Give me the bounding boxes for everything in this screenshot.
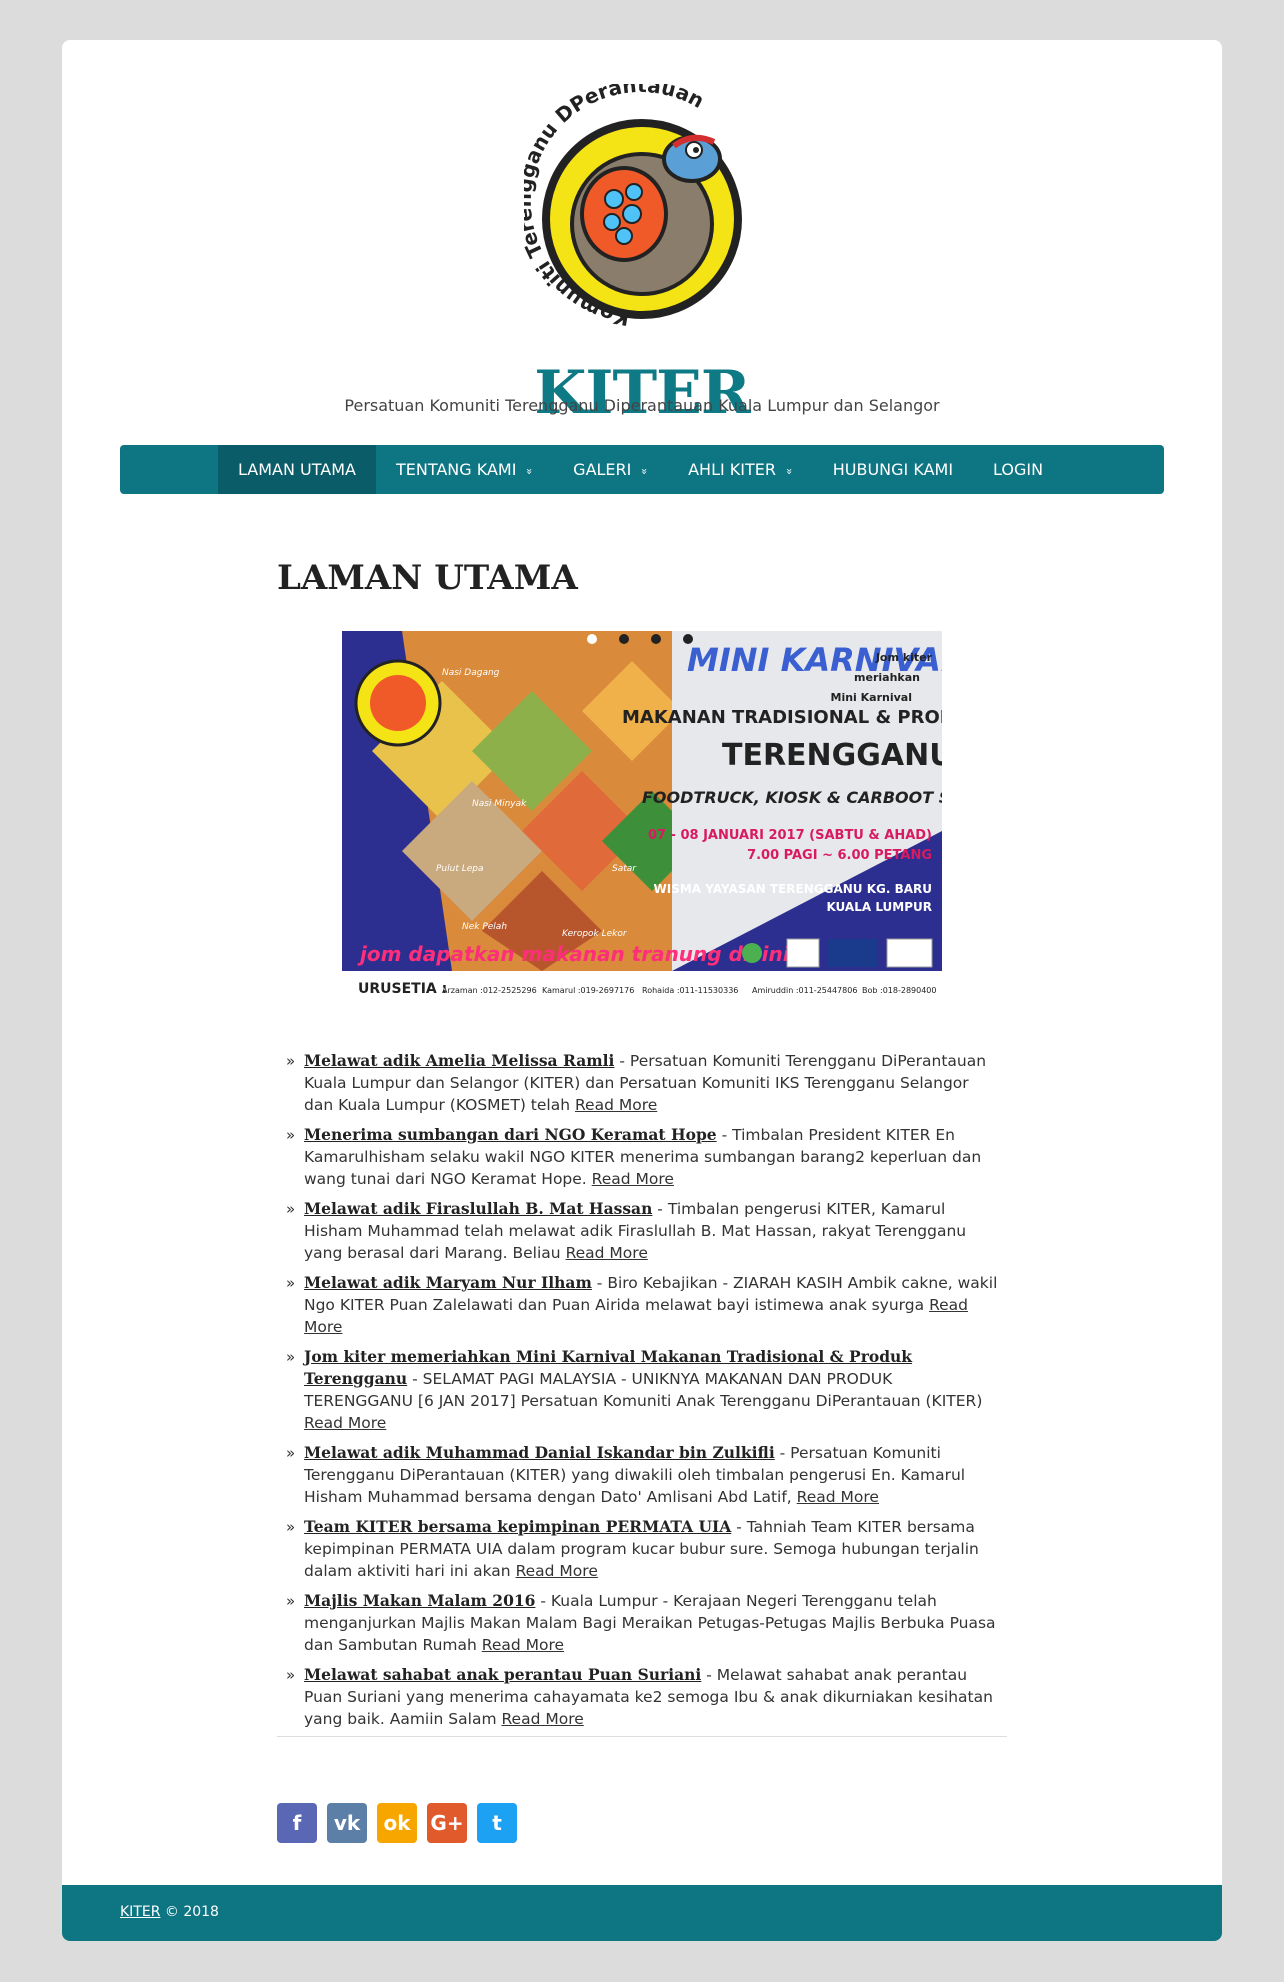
read-more-link[interactable]: Read More <box>501 1710 583 1728</box>
banner-food-label: Nek Pelah <box>462 922 507 932</box>
page-container: Komuniti Terengganu DPerantauan KITER Pe… <box>62 40 1222 1941</box>
list-item: Majlis Makan Malam 2016 - Kuala Lumpur -… <box>280 1590 1000 1656</box>
site-logo[interactable]: Komuniti Terengganu DPerantauan <box>512 73 760 346</box>
slide-dot[interactable] <box>683 634 693 644</box>
read-more-link[interactable]: Read More <box>516 1562 598 1580</box>
banner-time: 7.00 PAGI ~ 6.00 PETANG <box>747 848 932 863</box>
main-nav: LAMAN UTAMA TENTANG KAMI » GALERI» AHLI K… <box>120 445 1164 494</box>
read-more-link[interactable]: Read More <box>566 1244 648 1262</box>
banner-date: 07 - 08 JANUARI 2017 (SABTU & AHAD) <box>648 828 932 843</box>
news-title-link[interactable]: Melawat adik Maryam Nur Ilham <box>304 1273 592 1292</box>
nav-label: HUBUNGI KAMI <box>832 460 954 479</box>
banner-urusetia: URUSETIA : <box>358 981 447 997</box>
banner-venue: KUALA LUMPUR <box>826 900 932 914</box>
news-title-link[interactable]: Melawat adik Firaslullah B. Mat Hassan <box>304 1199 652 1218</box>
google-plus-icon[interactable]: G+ <box>427 1803 467 1843</box>
nav-label: AHLI KITER <box>688 460 777 479</box>
banner-tagline: FOODTRUCK, KIOSK & CARBOOT SALE <box>642 788 942 807</box>
banner-slogan: jom dapatkan makanan tranung disini <box>357 942 791 966</box>
banner-caption: Mini Karnival <box>831 691 913 704</box>
chevron-down-icon: » <box>638 468 652 475</box>
list-item: Menerima sumbangan dari NGO Keramat Hope… <box>280 1124 1000 1190</box>
news-title-link[interactable]: Melawat adik Amelia Melissa Ramli <box>304 1051 614 1070</box>
nav-item-ahli-kiter[interactable]: AHLI KITER » <box>668 445 813 494</box>
slide-dot[interactable] <box>619 634 629 644</box>
banner-contact: Kamarul :019-2697176 <box>542 986 634 995</box>
site-title[interactable]: KITER <box>62 358 1222 428</box>
banner-food-label: Keropok Lekor <box>562 929 628 939</box>
facebook-icon[interactable]: f <box>277 1803 317 1843</box>
news-title-link[interactable]: Team KITER bersama kepimpinan PERMATA UI… <box>304 1517 731 1536</box>
list-item: Melawat adik Firaslullah B. Mat Hassan -… <box>280 1198 1000 1264</box>
news-title-link[interactable]: Melawat sahabat anak perantau Puan Suria… <box>304 1665 701 1684</box>
read-more-link[interactable]: Read More <box>304 1414 386 1432</box>
banner-contact: Amiruddin :011-25447806 <box>752 986 857 995</box>
social-share-bar: f vk ok G+ t <box>277 1803 517 1843</box>
news-title-link[interactable]: Menerima sumbangan dari NGO Keramat Hope <box>304 1125 717 1144</box>
nav-item-laman-utama[interactable]: LAMAN UTAMA <box>218 445 376 494</box>
slide-dot[interactable] <box>651 634 661 644</box>
read-more-link[interactable]: Read More <box>797 1488 879 1506</box>
banner-food-label: Nasi Dagang <box>442 668 500 678</box>
vk-icon[interactable]: vk <box>327 1803 367 1843</box>
site-description: Persatuan Komuniti Terengganu Diperantau… <box>344 396 940 415</box>
nav-item-login[interactable]: LOGIN <box>973 445 1063 494</box>
banner-venue: WISMA YAYASAN TERENGGANU KG. BARU <box>653 882 932 896</box>
odnoklassniki-icon[interactable]: ok <box>377 1803 417 1843</box>
list-item: Melawat sahabat anak perantau Puan Suria… <box>280 1664 1000 1730</box>
chevron-down-icon: » <box>523 468 537 475</box>
read-more-link[interactable]: Read More <box>482 1636 564 1654</box>
nav-label: LAMAN UTAMA <box>238 460 356 479</box>
banner-slideshow[interactable]: MINI KARNIVAL MAKANAN TRADISIONAL & PROD… <box>342 631 984 1003</box>
nav-item-galeri[interactable]: GALERI» <box>553 445 668 494</box>
nav-item-hubungi-kami[interactable]: HUBUNGI KAMI <box>813 445 973 494</box>
footer-copyright: KITER © 2018 <box>120 1904 219 1920</box>
news-list: Melawat adik Amelia Melissa Ramli - Pers… <box>280 1050 1000 1738</box>
read-more-link[interactable]: Read More <box>592 1170 674 1188</box>
content-divider <box>277 1736 1007 1737</box>
banner-caption: Jom kiter <box>875 651 933 664</box>
nav-item-tentang-kami[interactable]: TENTANG KAMI » <box>376 445 553 494</box>
banner-food-label: Pulut Lepa <box>436 864 484 874</box>
banner-subheadline: MAKANAN TRADISIONAL & PRODUK <box>622 707 942 728</box>
footer-copyright-text: © 2018 <box>160 1904 219 1920</box>
list-item: Team KITER bersama kepimpinan PERMATA UI… <box>280 1516 1000 1582</box>
banner-food-label: Nasi Minyak <box>472 799 527 809</box>
footer-home-link[interactable]: KITER <box>120 1904 160 1920</box>
list-item: Melawat adik Muhammad Danial Iskandar bi… <box>280 1442 1000 1508</box>
nav-label: TENTANG KAMI <box>395 460 517 479</box>
banner-caption: meriahkan <box>854 671 920 684</box>
banner-contact: Arzaman :012-2525296 <box>442 986 537 995</box>
slide-dot[interactable] <box>587 634 597 644</box>
banner-food-label: Satar <box>612 864 637 874</box>
chevron-down-icon: » <box>782 468 796 475</box>
news-title-link[interactable]: Majlis Makan Malam 2016 <box>304 1591 535 1610</box>
read-more-link[interactable]: Read More <box>575 1096 657 1114</box>
list-item: Melawat adik Amelia Melissa Ramli - Pers… <box>280 1050 1000 1116</box>
banner-contact: Bob :018-2890400 <box>862 986 936 995</box>
twitter-icon[interactable]: t <box>477 1803 517 1843</box>
banner-headline-state: TERENGGANU <box>722 738 942 773</box>
news-title-link[interactable]: Melawat adik Muhammad Danial Iskandar bi… <box>304 1443 775 1462</box>
list-item: Jom kiter memeriahkan Mini Karnival Maka… <box>280 1346 1000 1434</box>
nav-label: LOGIN <box>993 460 1044 479</box>
banner-contact: Rohaida :011-11530336 <box>642 986 738 995</box>
list-item: Melawat adik Maryam Nur Ilham - Biro Keb… <box>280 1272 1000 1338</box>
page-title: LAMAN UTAMA <box>277 558 578 598</box>
site-footer: KITER © 2018 <box>62 1885 1222 1941</box>
